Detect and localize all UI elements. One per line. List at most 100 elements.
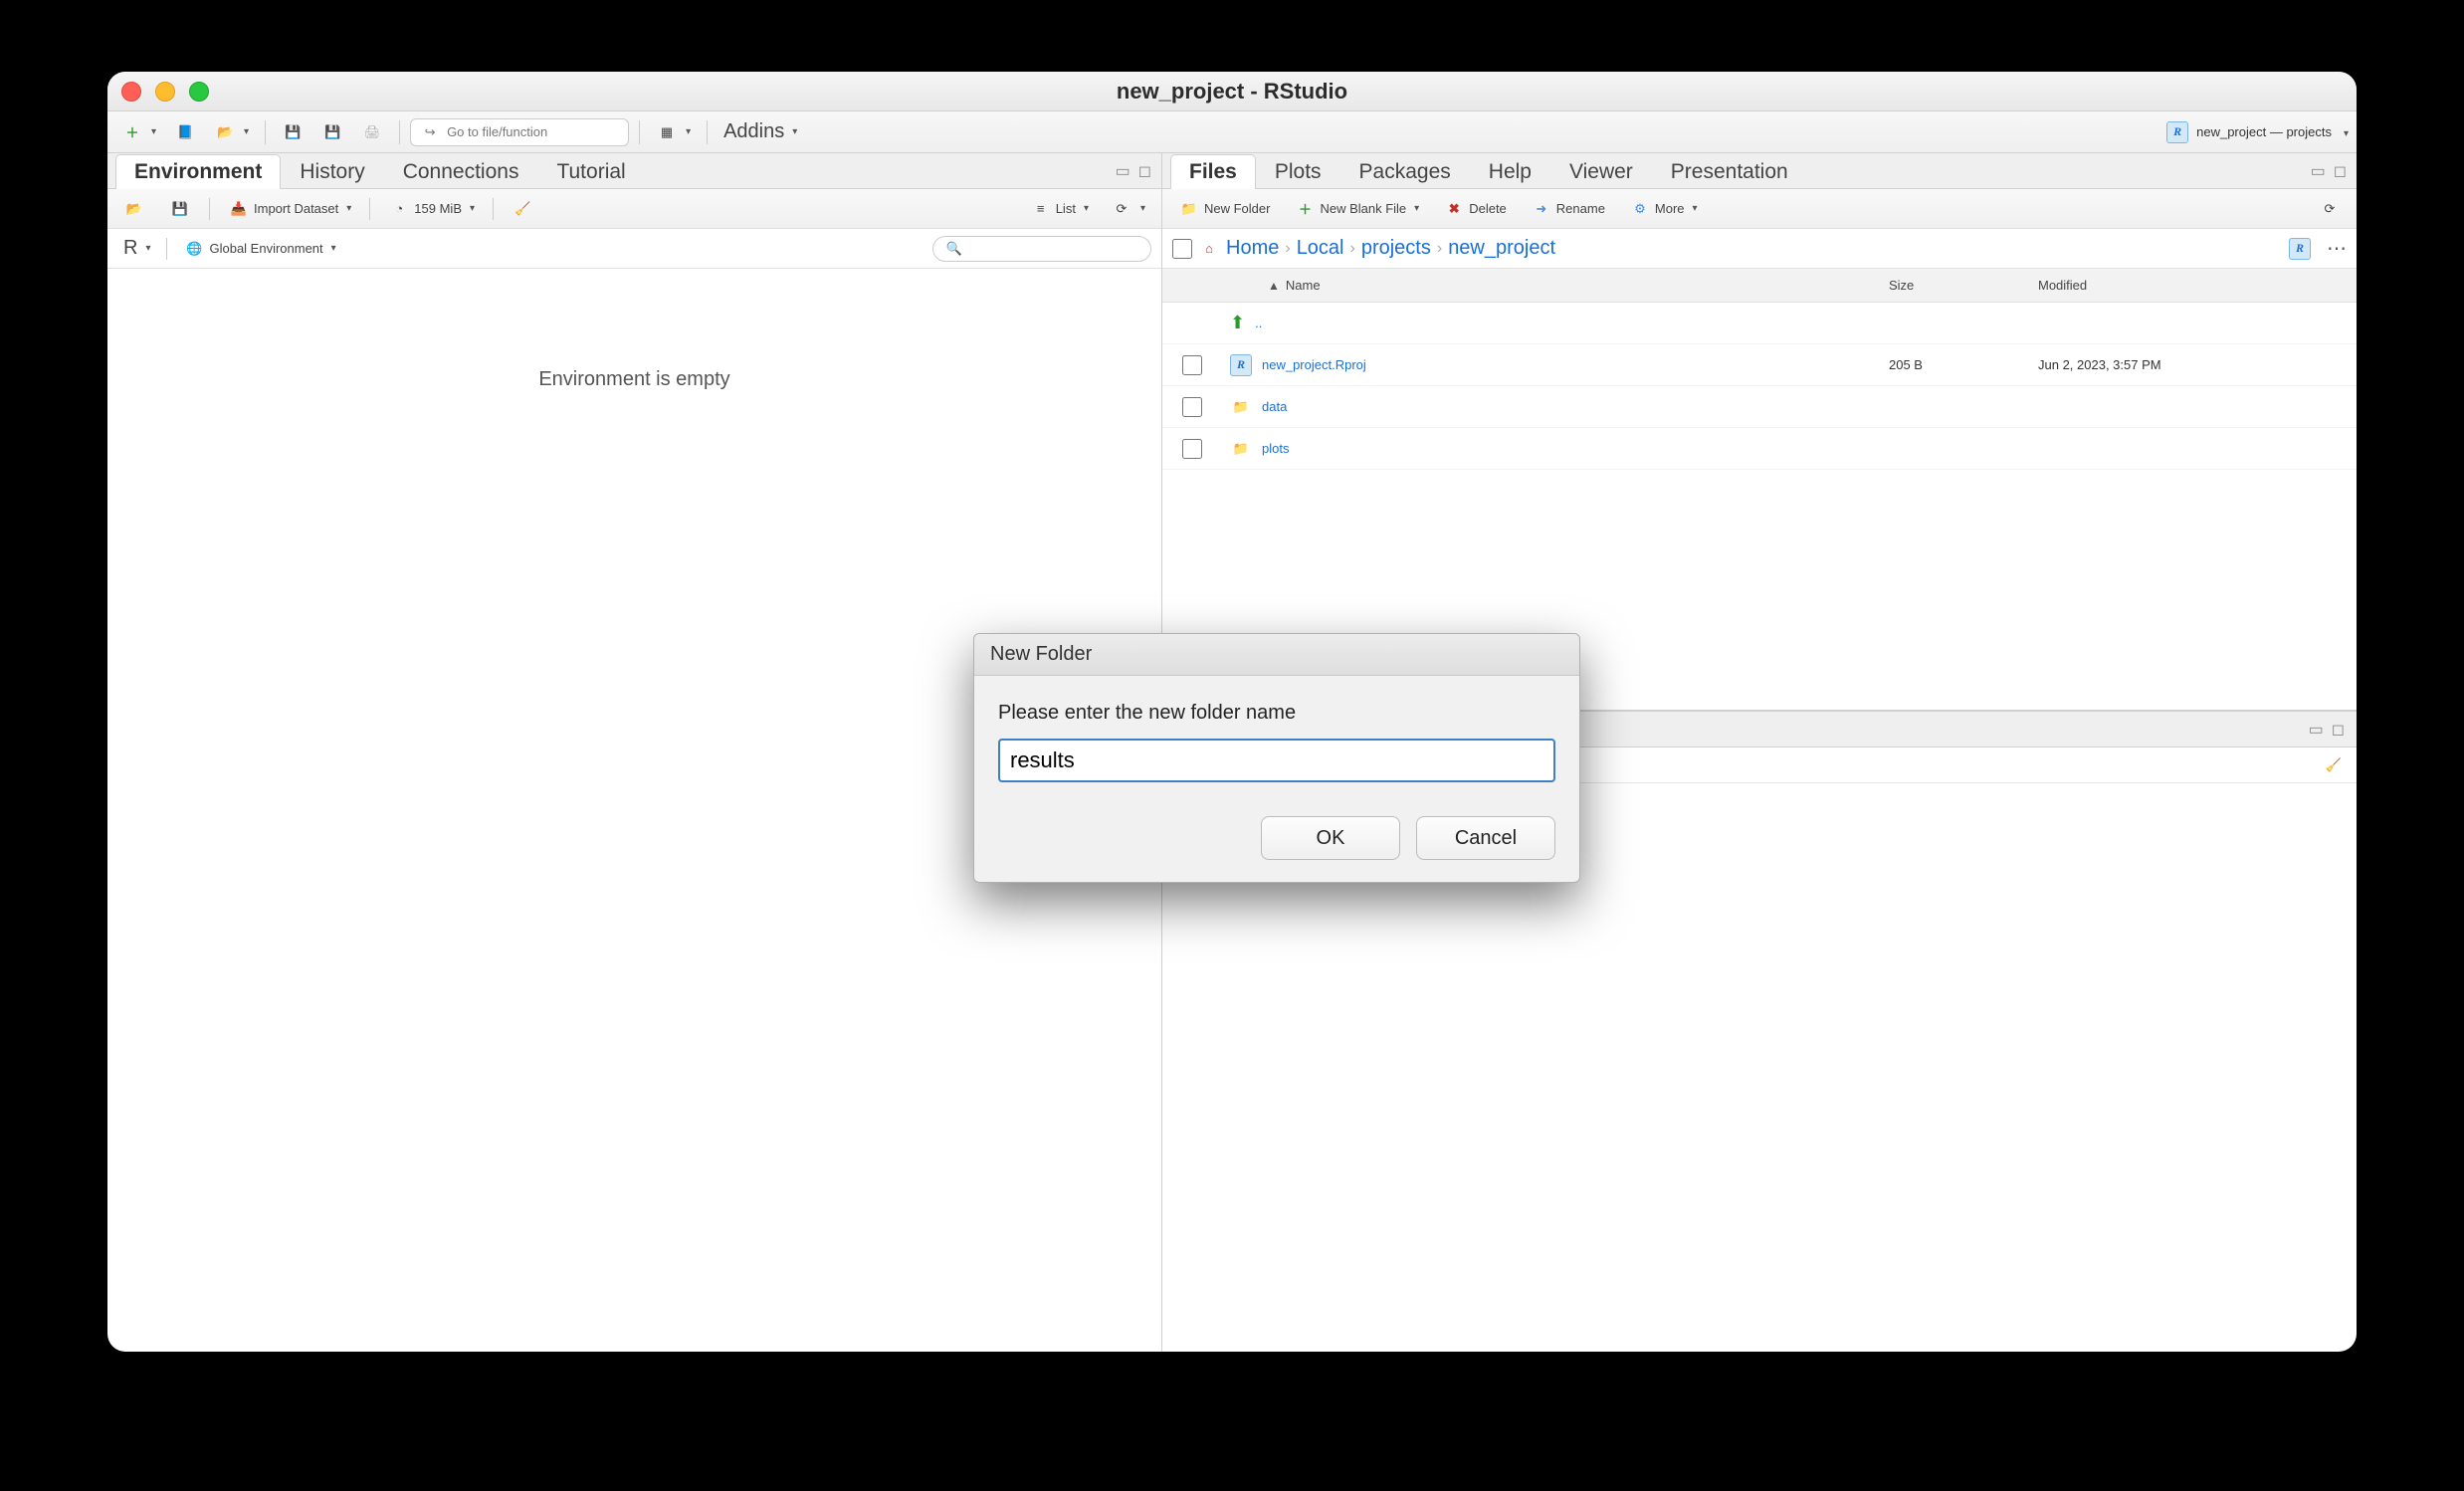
env-scope-label: Global Environment	[209, 241, 322, 256]
plus-icon: ＋	[1294, 198, 1316, 220]
col-modified[interactable]: Modified	[2038, 278, 2357, 293]
new-project-icon: 📘	[174, 121, 196, 143]
file-name[interactable]: ..	[1255, 316, 1262, 330]
tab-environment[interactable]: Environment	[115, 154, 281, 189]
save-all-icon: 💾	[321, 121, 343, 143]
search-icon: 🔍	[943, 238, 965, 260]
pie-icon: ◔	[388, 198, 410, 220]
maximize-pane-icon[interactable]: ◻	[2334, 161, 2347, 181]
language-selector[interactable]: R	[117, 233, 156, 264]
rstudio-window: new_project - RStudio ＋ 📘 📂 💾 💾 🖨 ↪ Go t…	[107, 72, 2357, 1352]
new-file-button[interactable]: ＋	[115, 117, 162, 147]
minimize-pane-icon[interactable]: ▭	[2309, 720, 2324, 740]
grid-button[interactable]: ▦	[650, 117, 697, 147]
memory-usage[interactable]: ◔ 159 MiB	[382, 194, 481, 224]
breadcrumb-new-project[interactable]: new_project	[1448, 237, 1555, 260]
zoom-window-button[interactable]	[189, 82, 209, 102]
save-button[interactable]: 💾	[276, 117, 309, 147]
tab-viewer[interactable]: Viewer	[1550, 154, 1652, 189]
path-more-button[interactable]: ⋯	[2327, 236, 2347, 261]
file-row: Rnew_project.Rproj 205 B Jun 2, 2023, 3:…	[1162, 344, 2357, 386]
clear-jobs-icon[interactable]: 🧹	[2323, 754, 2345, 776]
maximize-pane-icon[interactable]: ◻	[2332, 720, 2345, 740]
load-workspace-button[interactable]: 📂	[117, 194, 151, 224]
refresh-files-button[interactable]: ⟳	[2313, 194, 2347, 224]
separator	[639, 120, 640, 144]
tab-files[interactable]: Files	[1170, 154, 1256, 189]
traffic-lights	[121, 82, 209, 102]
separator	[399, 120, 400, 144]
new-blank-file-button[interactable]: ＋ New Blank File	[1288, 194, 1425, 224]
file-name[interactable]: plots	[1262, 441, 1289, 456]
row-checkbox[interactable]	[1182, 439, 1202, 459]
rproj-icon[interactable]: R	[2289, 238, 2311, 260]
pane-controls: ▭ ◻	[1106, 153, 1161, 188]
import-label: Import Dataset	[254, 201, 338, 216]
tab-help[interactable]: Help	[1470, 154, 1550, 189]
project-selector[interactable]: R new_project — projects	[2166, 121, 2349, 143]
save-workspace-button[interactable]: 💾	[163, 194, 197, 224]
rename-label: Rename	[1556, 201, 1605, 216]
rproj-icon: R	[1230, 354, 1252, 376]
tab-tutorial[interactable]: Tutorial	[537, 154, 644, 189]
folder-name-input[interactable]	[998, 739, 1555, 782]
save-all-button[interactable]: 💾	[315, 117, 349, 147]
chevron-down-icon	[2340, 124, 2349, 139]
tab-presentation[interactable]: Presentation	[1652, 154, 1807, 189]
maximize-pane-icon[interactable]: ◻	[1138, 161, 1151, 181]
more-button[interactable]: ⚙ More	[1623, 194, 1704, 224]
import-icon: 📥	[228, 198, 250, 220]
cancel-button[interactable]: Cancel	[1416, 816, 1555, 860]
tab-history[interactable]: History	[281, 154, 383, 189]
print-button[interactable]: 🖨	[355, 117, 389, 147]
row-checkbox[interactable]	[1182, 355, 1202, 375]
goto-file-function-input[interactable]: ↪ Go to file/function	[410, 118, 629, 146]
breadcrumb-projects[interactable]: projects	[1361, 237, 1431, 260]
environment-scope-selector[interactable]: 🌐 Global Environment	[177, 234, 341, 264]
tab-connections[interactable]: Connections	[384, 154, 538, 189]
row-checkbox[interactable]	[1182, 397, 1202, 417]
breadcrumb-local[interactable]: Local	[1297, 237, 1344, 260]
file-name[interactable]: data	[1262, 399, 1287, 414]
tab-packages[interactable]: Packages	[1340, 154, 1470, 189]
minimize-pane-icon[interactable]: ▭	[2311, 161, 2326, 181]
list-icon: ≡	[1030, 198, 1052, 220]
ok-button[interactable]: OK	[1261, 816, 1400, 860]
env-search-input[interactable]: 🔍	[932, 236, 1151, 262]
open-file-button[interactable]: 📂	[208, 117, 255, 147]
separator	[707, 120, 708, 144]
new-project-button[interactable]: 📘	[168, 117, 202, 147]
clear-workspace-button[interactable]: 🧹	[506, 194, 539, 224]
tab-plots[interactable]: Plots	[1256, 154, 1340, 189]
file-name[interactable]: new_project.Rproj	[1262, 357, 1366, 372]
folder-icon: 📁	[1230, 438, 1252, 460]
refresh-button[interactable]: ⟳	[1105, 194, 1151, 224]
env-scope-bar: R 🌐 Global Environment 🔍	[107, 229, 1161, 269]
more-label: More	[1655, 201, 1685, 216]
col-size[interactable]: Size	[1889, 278, 2038, 293]
minimize-pane-icon[interactable]: ▭	[1116, 161, 1130, 181]
print-icon: 🖨	[361, 121, 383, 143]
up-arrow-icon: ⬆	[1230, 313, 1245, 333]
addins-menu[interactable]: Addins	[718, 116, 803, 147]
dialog-prompt: Please enter the new folder name	[998, 702, 1555, 725]
rename-button[interactable]: ➜ Rename	[1525, 194, 1611, 224]
select-all-checkbox[interactable]	[1172, 239, 1192, 259]
chevron-right-icon: ›	[1437, 240, 1442, 258]
col-name[interactable]: ▲Name	[1222, 278, 1889, 293]
import-dataset-button[interactable]: 📥 Import Dataset	[222, 194, 357, 224]
files-toolbar: 📁 New Folder ＋ New Blank File ✖ Delete ➜…	[1162, 189, 2357, 229]
home-icon[interactable]: ⌂	[1198, 238, 1220, 260]
separator	[265, 120, 266, 144]
new-folder-dialog: New Folder Please enter the new folder n…	[973, 633, 1580, 883]
view-mode[interactable]: ≡ List	[1024, 194, 1095, 224]
breadcrumb-home[interactable]: Home	[1226, 237, 1279, 260]
save-icon: 💾	[282, 121, 304, 143]
close-window-button[interactable]	[121, 82, 141, 102]
file-row-up[interactable]: ⬆..	[1162, 303, 2357, 344]
new-folder-button[interactable]: 📁 New Folder	[1172, 194, 1276, 224]
files-breadcrumb: ⌂ Home › Local › projects › new_project …	[1162, 229, 2357, 269]
delete-button[interactable]: ✖ Delete	[1437, 194, 1513, 224]
minimize-window-button[interactable]	[155, 82, 175, 102]
new-folder-label: New Folder	[1204, 201, 1270, 216]
